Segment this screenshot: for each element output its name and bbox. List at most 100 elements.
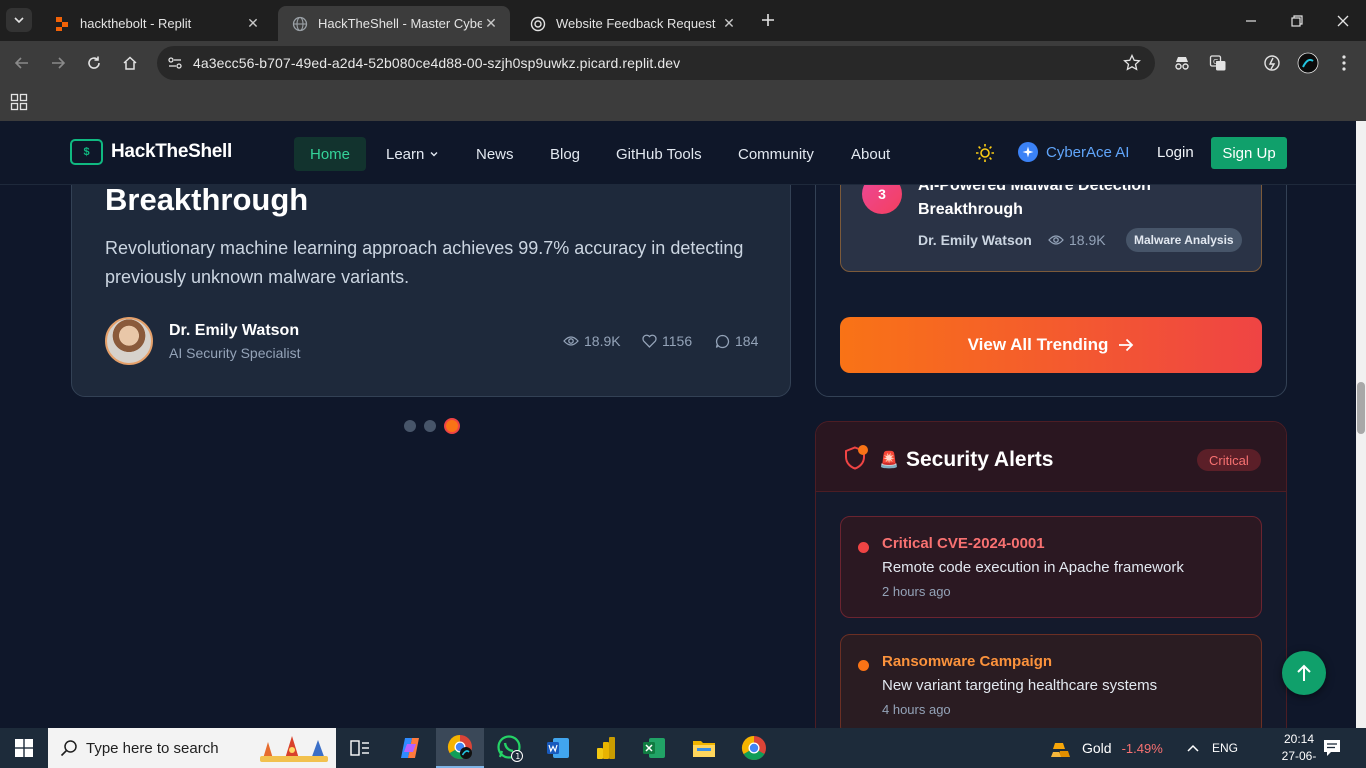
system-clock[interactable]: 20:14 27-06-2025: [1274, 731, 1324, 768]
featured-article-card[interactable]: Breakthrough Revolutionary machine learn…: [71, 151, 791, 397]
translate-button[interactable]: G: [1206, 51, 1230, 75]
taskbar-file-explorer[interactable]: [680, 728, 728, 768]
comments-stat[interactable]: 184: [715, 333, 758, 349]
tab-title: hackthebolt - Replit: [80, 16, 192, 31]
address-bar[interactable]: 4a3ecc56-b707-49ed-a2d4-52b080ce4d88-00-…: [157, 46, 1155, 80]
scrollbar-thumb[interactable]: [1357, 382, 1365, 434]
bookmark-star-icon[interactable]: [1123, 54, 1141, 72]
tab-hacktheshell[interactable]: HackTheShell - Master Cybersecurity ✕: [278, 6, 510, 41]
site-info-icon[interactable]: [167, 55, 183, 71]
alert-message: Remote code execution in Apache framewor…: [882, 559, 1184, 576]
alert-title[interactable]: Ransomware Campaign: [882, 653, 1052, 670]
taskbar-copilot[interactable]: [386, 728, 434, 768]
browser-menu-button[interactable]: [1332, 51, 1356, 75]
more-vertical-icon: [1342, 55, 1346, 71]
apps-button[interactable]: [10, 93, 28, 111]
openai-icon: [530, 16, 546, 31]
terminal-icon: $: [70, 139, 103, 165]
gold-ticker-widget[interactable]: Gold -1.49%: [1050, 728, 1163, 768]
performance-button[interactable]: [1260, 51, 1284, 75]
incognito-extension-button[interactable]: [1170, 51, 1194, 75]
home-button[interactable]: [118, 51, 142, 75]
comments-count: 184: [735, 333, 759, 349]
taskbar-chrome[interactable]: [730, 728, 778, 768]
scroll-to-top-button[interactable]: [1282, 651, 1326, 695]
taskbar-whatsapp[interactable]: 1: [486, 728, 534, 768]
nav-blog[interactable]: Blog: [550, 137, 580, 171]
nav-github-tools[interactable]: GitHub Tools: [616, 137, 702, 171]
author-name[interactable]: Dr. Emily Watson: [169, 322, 299, 340]
trending-views-count: 18.9K: [1069, 232, 1106, 248]
url-text[interactable]: 4a3ecc56-b707-49ed-a2d4-52b080ce4d88-00-…: [193, 55, 680, 71]
eye-icon: [563, 336, 579, 346]
alert-title[interactable]: Critical CVE-2024-0001: [882, 535, 1045, 552]
nav-home[interactable]: Home: [294, 137, 367, 171]
likes-stat[interactable]: 1156: [642, 333, 692, 349]
taskbar-powerbi[interactable]: [582, 728, 630, 768]
language-indicator[interactable]: ENG: [1212, 728, 1238, 768]
forward-button[interactable]: [46, 51, 70, 75]
svg-text:G: G: [1213, 58, 1218, 66]
task-view-button[interactable]: [336, 728, 384, 768]
spy-icon: [1175, 57, 1189, 70]
search-highlight-image-icon[interactable]: [258, 732, 330, 764]
reload-button[interactable]: [82, 51, 106, 75]
security-alerts-header: 🚨 Security Alerts Critical: [816, 422, 1286, 492]
security-alert-item[interactable]: Critical CVE-2024-0001 Remote code execut…: [840, 516, 1262, 618]
taskbar-chrome-active[interactable]: [436, 728, 484, 768]
close-tab-icon[interactable]: ✕: [482, 15, 500, 33]
taskbar-search[interactable]: Type here to search: [48, 728, 336, 768]
close-tab-icon[interactable]: ✕: [720, 15, 738, 33]
carousel-dot[interactable]: [444, 418, 460, 434]
new-tab-button[interactable]: [756, 8, 780, 32]
translate-icon: G: [1209, 55, 1226, 71]
tab-feedback[interactable]: Website Feedback Request ✕: [516, 6, 748, 41]
nav-community[interactable]: Community: [738, 137, 814, 171]
copilot-icon: [401, 738, 419, 758]
notification-center-button[interactable]: [1322, 738, 1342, 758]
cyberace-label: CyberAce AI: [1046, 143, 1130, 161]
profile-button[interactable]: [1296, 51, 1320, 75]
sun-icon[interactable]: [974, 142, 996, 164]
likes-count: 1156: [662, 333, 693, 349]
trending-item-views: 18.9K: [1048, 232, 1106, 248]
carousel-dot[interactable]: [424, 420, 436, 432]
alert-severity-dot: [858, 542, 869, 553]
site-header: $ HackTheShell Home Learn News Blog GitH…: [0, 121, 1356, 185]
carousel-dot[interactable]: [404, 420, 416, 432]
taskbar-word[interactable]: [534, 728, 582, 768]
restore-button[interactable]: [1274, 0, 1320, 41]
security-alerts-title: Security Alerts: [906, 448, 1054, 471]
cyberace-ai-button[interactable]: CyberAce AI: [1018, 142, 1129, 162]
author-role: AI Security Specialist: [169, 345, 301, 361]
gold-label: Gold: [1082, 740, 1112, 756]
taskbar-excel[interactable]: [630, 728, 678, 768]
plus-icon: [762, 14, 774, 26]
login-link[interactable]: Login: [1157, 144, 1194, 161]
alert-severity-dot: [858, 660, 869, 671]
close-window-button[interactable]: [1320, 0, 1366, 41]
minimize-button[interactable]: [1228, 0, 1274, 41]
tab-replit[interactable]: hackthebolt - Replit ✕: [40, 6, 272, 41]
trending-item-tag[interactable]: Malware Analysis: [1126, 228, 1242, 252]
chevron-down-icon: [430, 152, 438, 157]
nav-about[interactable]: About: [851, 137, 890, 171]
chevron-down-icon: [14, 17, 24, 24]
folder-icon: [693, 741, 715, 757]
start-button[interactable]: [0, 728, 48, 768]
view-all-trending-button[interactable]: View All Trending: [840, 317, 1262, 373]
siren-icon: 🚨: [879, 452, 899, 469]
nav-news[interactable]: News: [476, 137, 514, 171]
back-button[interactable]: [10, 51, 34, 75]
security-alert-item[interactable]: Ransomware Campaign New variant targeting…: [840, 634, 1262, 728]
signup-button[interactable]: Sign Up: [1211, 137, 1287, 169]
alert-time: 2 hours ago: [882, 584, 951, 599]
tab-search-button[interactable]: [6, 8, 32, 32]
nav-learn[interactable]: Learn: [386, 137, 439, 171]
show-hidden-icons-button[interactable]: [1186, 728, 1200, 768]
close-tab-icon[interactable]: ✕: [244, 15, 262, 33]
search-placeholder: Type here to search: [86, 739, 219, 757]
nav-learn-label: Learn: [386, 145, 425, 163]
featured-article-title[interactable]: Breakthrough: [105, 182, 308, 218]
site-logo[interactable]: $ HackTheShell: [70, 139, 232, 165]
